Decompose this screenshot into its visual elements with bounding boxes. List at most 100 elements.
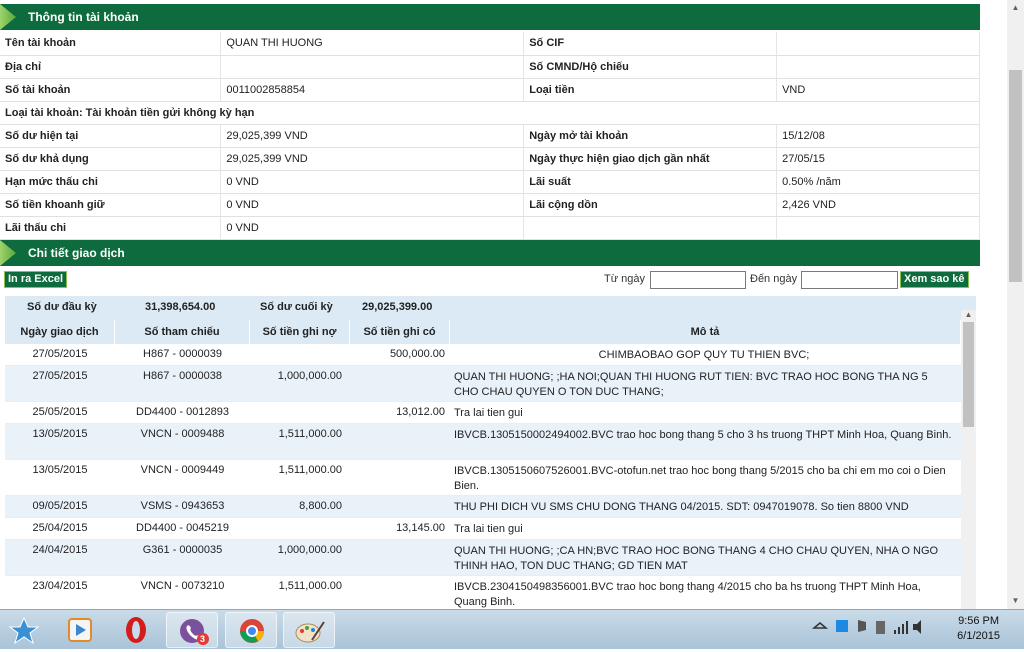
info-value: 0011002858854 — [220, 78, 525, 102]
row-description: IBVCB.1305150002494002.BVC trao hoc bong… — [454, 429, 952, 441]
info-value: 2,426 VND — [776, 193, 980, 217]
print-excel-button[interactable]: In ra Excel — [4, 271, 68, 288]
header-description: Mô tả — [450, 320, 961, 344]
row-description: QUAN THI HUONG; ;CA HN;BVC TRAO HOC BONG… — [454, 545, 939, 572]
device-icon[interactable] — [876, 621, 885, 634]
row-description: IBVCB.2304150498356001.BVC trao hoc bong… — [454, 581, 921, 608]
media-player-icon — [68, 618, 92, 642]
page: Thông tin tài khoản Tên tài khoản QUAN T… — [0, 0, 1024, 609]
viber-badge: 3 — [200, 634, 206, 644]
info-value: QUAN THI HUONG — [220, 32, 525, 56]
info-row: Số dư hiện tại 29,025,399 VND Ngày mở tà… — [0, 124, 980, 148]
account-info-title: Thông tin tài khoản — [28, 10, 139, 24]
info-label: Lãi thấu chi — [0, 216, 222, 240]
table-row: 23/04/2015 VNCN - 0073210 1,511,000.00 I… — [5, 576, 961, 609]
page-scroll-down-icon[interactable]: ▼ — [1007, 596, 1024, 605]
transaction-details-header: Chi tiết giao dịch — [0, 240, 980, 266]
info-row: Số tài khoản 0011002858854 Loại tiền VND — [0, 78, 980, 102]
info-value: 29,025,399 VND — [220, 124, 525, 148]
from-date-label: Từ ngày — [604, 273, 645, 285]
show-hidden-icons-icon[interactable] — [811, 622, 829, 629]
table-row: 24/04/2015 G361 - 0000035 1,000,000.00 Q… — [5, 540, 961, 576]
taskbar-opera[interactable] — [110, 612, 162, 648]
taskbar: 3 9:56 PM 6/1/2015 — [0, 609, 1024, 649]
info-label: Lãi suất — [523, 170, 778, 194]
table-row: 13/05/2015 VNCN - 0009488 1,511,000.00 I… — [5, 424, 961, 460]
info-value: 15/12/08 — [776, 124, 980, 148]
tray-icons — [811, 620, 921, 634]
page-scroll-thumb[interactable] — [1009, 70, 1022, 282]
paint-icon — [295, 621, 325, 643]
row-reference: VNCN - 0073210 — [140, 580, 225, 592]
table-scroll-thumb[interactable] — [963, 322, 974, 427]
transaction-details-title: Chi tiết giao dịch — [28, 246, 125, 260]
info-value: 0.50% /năm — [776, 170, 980, 194]
page-scrollbar[interactable]: ▲ ▼ — [1007, 0, 1024, 609]
row-date: 09/05/2015 — [32, 500, 88, 512]
row-debit: 1,000,000.00 — [277, 544, 342, 556]
chrome-icon — [240, 619, 264, 643]
table-row: 09/05/2015 VSMS - 0943653 8,800.00 THU P… — [5, 496, 961, 518]
opening-balance-label: Số dư đầu kỳ — [27, 301, 97, 313]
row-description: IBVCB.1305150607526001.BVC-otofun.net tr… — [454, 465, 946, 492]
start-button[interactable] — [0, 612, 48, 648]
view-statement-button[interactable]: Xem sao kê — [900, 271, 969, 288]
table-header: Ngày giao dịch Số tham chiếu Số tiền ghi… — [5, 320, 961, 344]
info-label: Số dư hiện tại — [0, 124, 222, 148]
row-credit: 500,000.00 — [389, 348, 445, 360]
windows-flag-icon[interactable] — [836, 620, 848, 632]
info-row: Địa chỉ Số CMND/Hộ chiếu — [0, 55, 980, 79]
action-center-icon[interactable] — [858, 620, 866, 632]
taskbar-viber[interactable]: 3 — [166, 612, 218, 648]
balance-summary-row: Số dư đầu kỳ 31,398,654.00 Số dư cuối kỳ… — [5, 296, 976, 320]
info-label: Số dư khả dụng — [0, 147, 222, 171]
volume-icon[interactable] — [913, 620, 921, 634]
transaction-rows: 27/05/2015 H867 - 0000039 500,000.00 CHI… — [5, 344, 961, 609]
info-row: Tên tài khoản QUAN THI HUONG Số CIF — [0, 32, 980, 56]
to-date-label: Đến ngày — [750, 273, 798, 285]
row-date: 13/05/2015 — [32, 464, 88, 476]
info-label: Số CMND/Hộ chiếu — [523, 55, 778, 79]
scroll-up-icon[interactable]: ▲ — [961, 310, 976, 319]
table-scrollbar[interactable]: ▲ — [961, 310, 976, 609]
closing-balance-value: 29,025,399.00 — [362, 301, 433, 313]
info-row: Lãi thấu chi 0 VND — [0, 216, 980, 240]
info-label: Số CIF — [523, 32, 778, 56]
from-date-input[interactable] — [650, 271, 746, 289]
row-reference: VNCN - 0009488 — [140, 428, 225, 440]
header-reference: Số tham chiếu — [115, 320, 250, 344]
info-label: Loại tiền — [523, 78, 778, 102]
info-label — [523, 216, 778, 240]
account-type: Loại tài khoản: Tài khoản tiền gửi không… — [0, 101, 980, 125]
row-reference: DD4400 - 0045219 — [136, 522, 229, 534]
clock[interactable]: 9:56 PM 6/1/2015 — [957, 614, 1000, 644]
taskbar-media-player[interactable] — [55, 612, 107, 648]
info-value: 0 VND — [220, 193, 525, 217]
info-row: Hạn mức thấu chi 0 VND Lãi suất 0.50% /n… — [0, 170, 980, 194]
row-date: 13/05/2015 — [32, 428, 88, 440]
row-date: 24/04/2015 — [32, 544, 88, 556]
taskbar-paint[interactable] — [283, 612, 335, 648]
taskbar-chrome[interactable] — [225, 612, 277, 648]
row-reference: G361 - 0000035 — [142, 544, 223, 556]
info-value: 0 VND — [220, 170, 525, 194]
info-label: Số tiền khoanh giữ — [0, 193, 222, 217]
header-credit: Số tiền ghi có — [350, 320, 450, 344]
transaction-table: Số dư đầu kỳ 31,398,654.00 Số dư cuối kỳ… — [5, 296, 976, 609]
row-reference: H867 - 0000039 — [143, 348, 222, 360]
table-row: 27/05/2015 H867 - 0000038 1,000,000.00 Q… — [5, 366, 961, 402]
row-description: Tra lai tien gui — [454, 407, 523, 419]
page-scroll-up-icon[interactable]: ▲ — [1007, 3, 1024, 12]
info-label: Ngày mở tài khoản — [523, 124, 778, 148]
row-reference: VSMS - 0943653 — [140, 500, 225, 512]
row-debit: 1,000,000.00 — [277, 370, 342, 382]
viber-icon — [180, 619, 209, 645]
section-arrow-icon — [0, 240, 16, 266]
info-row: Số dư khả dụng 29,025,399 VND Ngày thực … — [0, 147, 980, 171]
info-value — [220, 55, 525, 79]
to-date-input[interactable] — [801, 271, 898, 289]
network-icon[interactable] — [906, 621, 908, 634]
info-value — [776, 216, 980, 240]
info-value: VND — [776, 78, 980, 102]
info-row: Số tiền khoanh giữ 0 VND Lãi cộng dồn 2,… — [0, 193, 980, 217]
